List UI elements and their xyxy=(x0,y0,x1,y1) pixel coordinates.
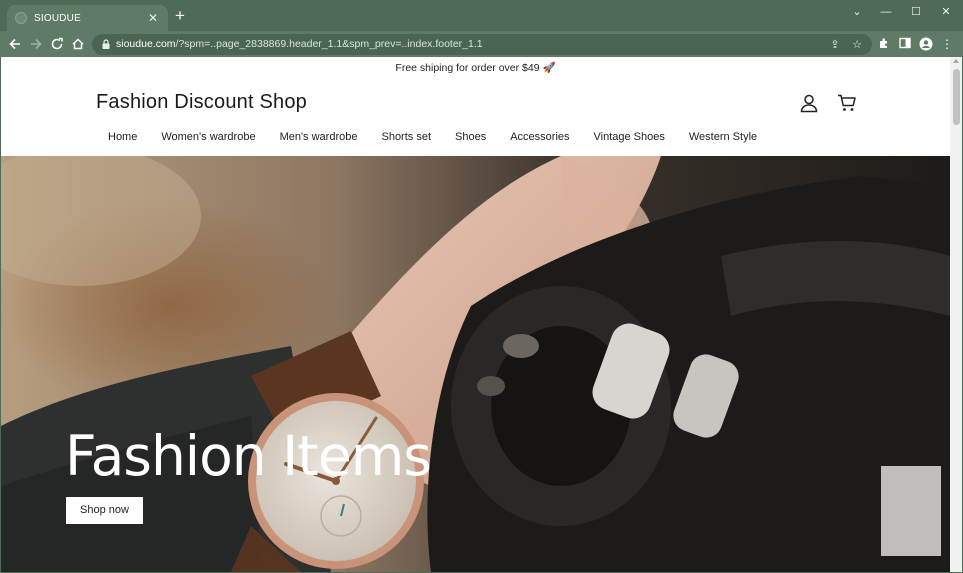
browser-tab-active[interactable]: SIOUDUE ✕ xyxy=(7,5,168,31)
forward-button[interactable] xyxy=(27,35,45,53)
nav-item-shoes[interactable]: Shoes xyxy=(455,131,486,147)
nav-item-shorts-set[interactable]: Shorts set xyxy=(381,131,431,147)
nav-item-womens-wardrobe[interactable]: Women's wardrobe xyxy=(161,131,255,147)
back-button[interactable] xyxy=(6,35,24,53)
nav-item-vintage-shoes[interactable]: Vintage Shoes xyxy=(594,131,665,147)
reload-icon xyxy=(51,37,63,50)
account-icon[interactable] xyxy=(799,93,819,113)
site-logo[interactable]: Fashion Discount Shop xyxy=(96,91,307,114)
rocket-emoji-icon: 🚀 xyxy=(542,62,556,74)
scrollbar-thumb[interactable] xyxy=(953,69,960,125)
kebab-menu-icon[interactable]: ⋮ xyxy=(940,37,954,51)
hero-banner: Fashion Items Shop now xyxy=(1,156,950,572)
arrow-left-icon xyxy=(9,38,20,50)
announcement-text: Free shiping for order over $49 xyxy=(395,62,540,74)
star-icon[interactable]: ☆ xyxy=(850,38,864,52)
page-viewport: Free shiping for order over $49 🚀 Fashio… xyxy=(1,57,950,572)
cart-icon[interactable] xyxy=(837,93,857,113)
site-favicon-icon xyxy=(15,12,27,24)
nav-item-western-style[interactable]: Western Style xyxy=(689,131,757,147)
announcement-bar: Free shiping for order over $49 🚀 xyxy=(1,57,950,79)
url-host: sioudue.com xyxy=(116,38,176,50)
tab-search-chevron-icon[interactable]: ⌄ xyxy=(842,3,872,21)
nav-item-accessories[interactable]: Accessories xyxy=(510,131,569,147)
lock-icon[interactable] xyxy=(101,39,111,50)
arrow-right-icon xyxy=(31,38,42,50)
maximize-window-icon[interactable]: ☐ xyxy=(901,3,931,21)
hero-title: Fashion Items xyxy=(65,424,432,488)
tab-title: SIOUDUE xyxy=(34,12,81,24)
nav-item-home[interactable]: Home xyxy=(108,131,137,147)
home-icon xyxy=(72,38,84,50)
site-header: Fashion Discount Shop Home Women's wardr… xyxy=(1,79,950,156)
browser-titlebar: SIOUDUE ✕ + ⌄ — ☐ ✕ xyxy=(0,0,963,31)
browser-toolbar: sioudue.com/?spm=..page_2838869.header_1… xyxy=(0,31,963,57)
puzzle-icon[interactable] xyxy=(877,37,891,51)
scroll-up-arrow-icon[interactable] xyxy=(953,59,959,63)
hero-background-image xyxy=(1,156,950,572)
profile-icon[interactable] xyxy=(919,37,933,51)
new-tab-button[interactable]: + xyxy=(171,7,189,25)
url-path: /?spm=..page_2838869.header_1.1&spm_prev… xyxy=(175,38,483,50)
page-scrollbar[interactable] xyxy=(950,57,962,572)
nav-item-mens-wardrobe[interactable]: Men's wardrobe xyxy=(280,131,358,147)
shop-now-button[interactable]: Shop now xyxy=(66,497,143,524)
url-text: sioudue.com/?spm=..page_2838869.header_1… xyxy=(116,38,483,50)
address-bar[interactable]: sioudue.com/?spm=..page_2838869.header_1… xyxy=(92,34,872,55)
home-button[interactable] xyxy=(69,35,87,53)
reload-button[interactable] xyxy=(48,35,66,53)
tab-close-icon[interactable]: ✕ xyxy=(146,11,160,25)
sidepanel-icon[interactable] xyxy=(898,37,912,51)
minimize-window-icon[interactable]: — xyxy=(871,3,901,21)
close-window-icon[interactable]: ✕ xyxy=(931,3,961,21)
main-navigation: Home Women's wardrobe Men's wardrobe Sho… xyxy=(108,131,781,147)
share-icon[interactable]: ⇪ xyxy=(828,38,842,52)
